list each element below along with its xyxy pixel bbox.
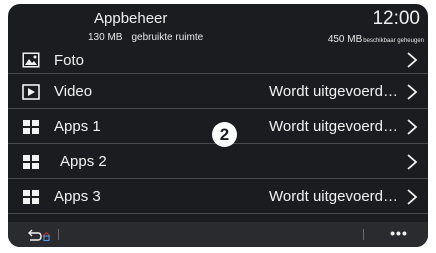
- available-storage-label: beschikbaar geheugen: [363, 38, 424, 44]
- list-item-video[interactable]: Video Wordt uitgevoerd…: [8, 74, 428, 109]
- list-item-foto[interactable]: Foto: [8, 48, 428, 74]
- play-icon: [22, 84, 40, 100]
- more-options-button[interactable]: •••: [384, 224, 414, 244]
- home-icon: [41, 231, 52, 241]
- photo-icon: [22, 52, 40, 68]
- back-button[interactable]: [26, 228, 52, 242]
- row-label: Apps 1: [54, 118, 101, 135]
- grid-icon: [22, 154, 40, 170]
- chevron-right-icon: [406, 154, 418, 170]
- divider: [58, 229, 59, 240]
- page-title: Appbeheer: [94, 10, 168, 27]
- available-storage-value: 450 MB: [327, 34, 363, 45]
- chevron-right-icon: [406, 189, 418, 205]
- clock: 12:00: [372, 8, 420, 29]
- chevron-right-icon: [406, 119, 418, 135]
- list-item-apps-3[interactable]: Apps 3 Wordt uitgevoerd…: [8, 179, 428, 214]
- used-storage: 130 MB gebruikte ruimte: [88, 32, 203, 43]
- row-status: Wordt uitgevoerd…: [269, 188, 398, 205]
- chevron-right-icon: [406, 52, 418, 68]
- row-label: Apps 2: [60, 153, 107, 170]
- grid-icon: [22, 119, 40, 135]
- back-arrow-icon: [28, 229, 42, 241]
- grid-icon: [22, 189, 40, 205]
- row-label: Apps 3: [54, 188, 101, 205]
- row-label: Foto: [54, 52, 85, 69]
- header: Appbeheer 12:00 130 MB gebruikte ruimte 4…: [8, 4, 428, 48]
- bottom-bar: •••: [8, 222, 428, 247]
- row-status: Wordt uitgevoerd…: [269, 118, 398, 135]
- row-label: Video: [54, 83, 93, 100]
- used-storage-value: 130 MB: [88, 32, 123, 43]
- row-status: Wordt uitgevoerd…: [269, 83, 398, 100]
- list-item-apps-2[interactable]: Apps 2: [8, 144, 428, 179]
- callout-marker: 2: [212, 122, 237, 147]
- divider: [363, 229, 364, 240]
- app-manager-screen: Appbeheer 12:00 130 MB gebruikte ruimte 4…: [8, 4, 428, 247]
- chevron-right-icon: [406, 84, 418, 100]
- available-storage: 450 MBbeschikbaar geheugen: [328, 34, 424, 45]
- used-storage-label: gebruikte ruimte: [131, 32, 204, 43]
